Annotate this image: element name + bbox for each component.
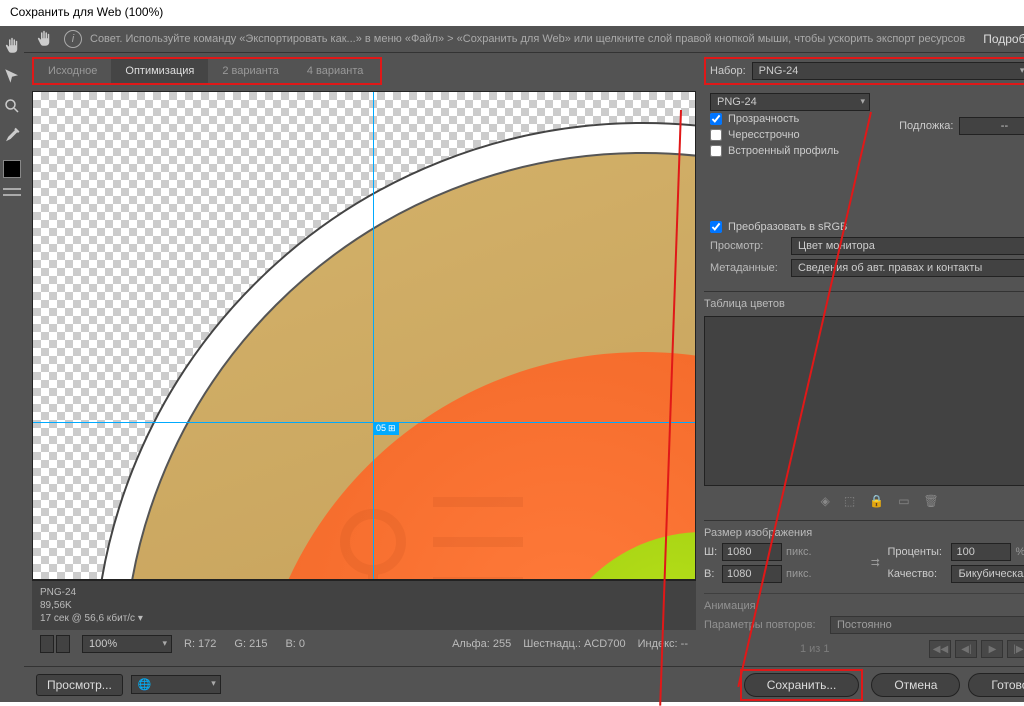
- map-icon[interactable]: ◈: [821, 494, 830, 508]
- color-table: [704, 316, 1024, 486]
- foreground-color-swatch[interactable]: [3, 160, 21, 178]
- zoom-select[interactable]: 100%: [82, 635, 172, 653]
- preview-button[interactable]: Просмотр...: [36, 674, 123, 696]
- link-icon[interactable]: ⮆: [867, 557, 883, 570]
- prev-frame-icon[interactable]: ◀|: [955, 640, 977, 658]
- new-icon[interactable]: ▭: [898, 494, 909, 508]
- height-input[interactable]: [722, 565, 782, 583]
- trash-icon[interactable]: 🗑: [924, 494, 939, 508]
- view-tabs: Исходное Оптимизация 2 варианта 4 вариан…: [32, 57, 382, 85]
- tip-bar: i Совет. Используйте команду «Экспортиро…: [24, 26, 1024, 53]
- animation-title: Анимация: [704, 598, 1024, 614]
- toggle-slices-icon[interactable]: [3, 188, 21, 196]
- status-bar: 100% R: 172 G: 215 B: 0 Альфа: 255 Шестн…: [32, 630, 696, 658]
- preview-select[interactable]: Цвет монитора: [791, 237, 1024, 255]
- tip-text: Совет. Используйте команду «Экспортирова…: [90, 33, 965, 45]
- matte-select[interactable]: --: [959, 117, 1024, 135]
- hand-tool-icon[interactable]: [0, 34, 24, 58]
- info-icon: i: [64, 30, 82, 48]
- done-button[interactable]: Готово: [968, 673, 1024, 697]
- shift-icon[interactable]: ⬚: [844, 494, 855, 508]
- tab-optimized[interactable]: Оптимизация: [111, 59, 208, 83]
- slice-select-tool-icon[interactable]: [0, 64, 24, 88]
- embed-profile-checkbox[interactable]: [710, 145, 722, 157]
- percent-input[interactable]: [951, 543, 1011, 561]
- left-toolbar: [0, 26, 24, 702]
- color-table-title: Таблица цветов: [704, 296, 785, 312]
- preset-select[interactable]: PNG-24: [752, 62, 1024, 80]
- zoom-grid-icon[interactable]: [40, 635, 54, 653]
- loop-select[interactable]: Постоянно: [830, 616, 1024, 634]
- play-icon[interactable]: ▶: [981, 640, 1003, 658]
- format-select[interactable]: PNG-24: [710, 93, 870, 111]
- srgb-checkbox[interactable]: [710, 221, 722, 233]
- tab-2up[interactable]: 2 варианта: [208, 59, 293, 83]
- browser-select[interactable]: 🌐: [131, 675, 221, 694]
- width-input[interactable]: [722, 543, 782, 561]
- window-title: Сохранить для Web (100%): [0, 0, 1024, 26]
- frame-info: 1 из 1: [704, 643, 925, 655]
- transparency-checkbox[interactable]: [710, 113, 722, 125]
- next-frame-icon[interactable]: |▶: [1007, 640, 1024, 658]
- interlaced-checkbox[interactable]: [710, 129, 722, 141]
- cancel-button[interactable]: Отмена: [871, 673, 960, 697]
- metadata-select[interactable]: Сведения об авт. правах и контакты: [791, 259, 1024, 277]
- preview-canvas[interactable]: ADad 05⊞: [32, 91, 696, 580]
- save-button[interactable]: Сохранить...: [744, 673, 860, 697]
- hand-icon: [32, 27, 56, 51]
- zoom-grid-icon[interactable]: [56, 635, 70, 653]
- lock-icon[interactable]: 🔒: [869, 494, 884, 508]
- image-size-title: Размер изображения: [704, 525, 1024, 541]
- more-link[interactable]: Подробнее: [973, 32, 1024, 46]
- tab-original[interactable]: Исходное: [34, 59, 111, 83]
- first-frame-icon[interactable]: ◀◀: [929, 640, 951, 658]
- preset-label: Набор:: [710, 65, 746, 77]
- tab-4up[interactable]: 4 варианта: [293, 59, 378, 83]
- zoom-tool-icon[interactable]: [0, 94, 24, 118]
- quality-select[interactable]: Бикубическая: [951, 565, 1024, 583]
- eyedropper-tool-icon[interactable]: [0, 124, 24, 148]
- matte-label: Подложка:: [899, 120, 953, 132]
- preview-info: PNG-24 89,56K 17 сек @ 56,6 кбит/с ▾: [32, 580, 696, 630]
- footer-buttons: Просмотр... 🌐 Сохранить... Отмена Готово: [24, 666, 1024, 702]
